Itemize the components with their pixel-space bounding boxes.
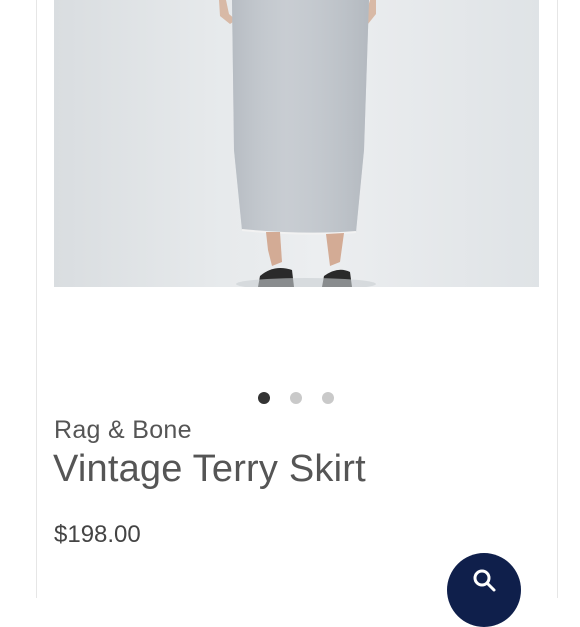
floating-action-button[interactable] — [447, 553, 521, 627]
product-brand[interactable]: Rag & Bone — [54, 416, 192, 445]
carousel-dot-2[interactable] — [290, 392, 302, 404]
product-image[interactable] — [54, 0, 539, 287]
product-photo-illustration — [219, 0, 376, 287]
search-icon — [473, 569, 496, 592]
product-title: Vintage Terry Skirt — [53, 448, 366, 490]
carousel-dot-3[interactable] — [322, 392, 334, 404]
carousel-dot-1[interactable] — [258, 392, 270, 404]
product-price: $198.00 — [54, 521, 141, 548]
carousel-indicators — [258, 392, 334, 404]
